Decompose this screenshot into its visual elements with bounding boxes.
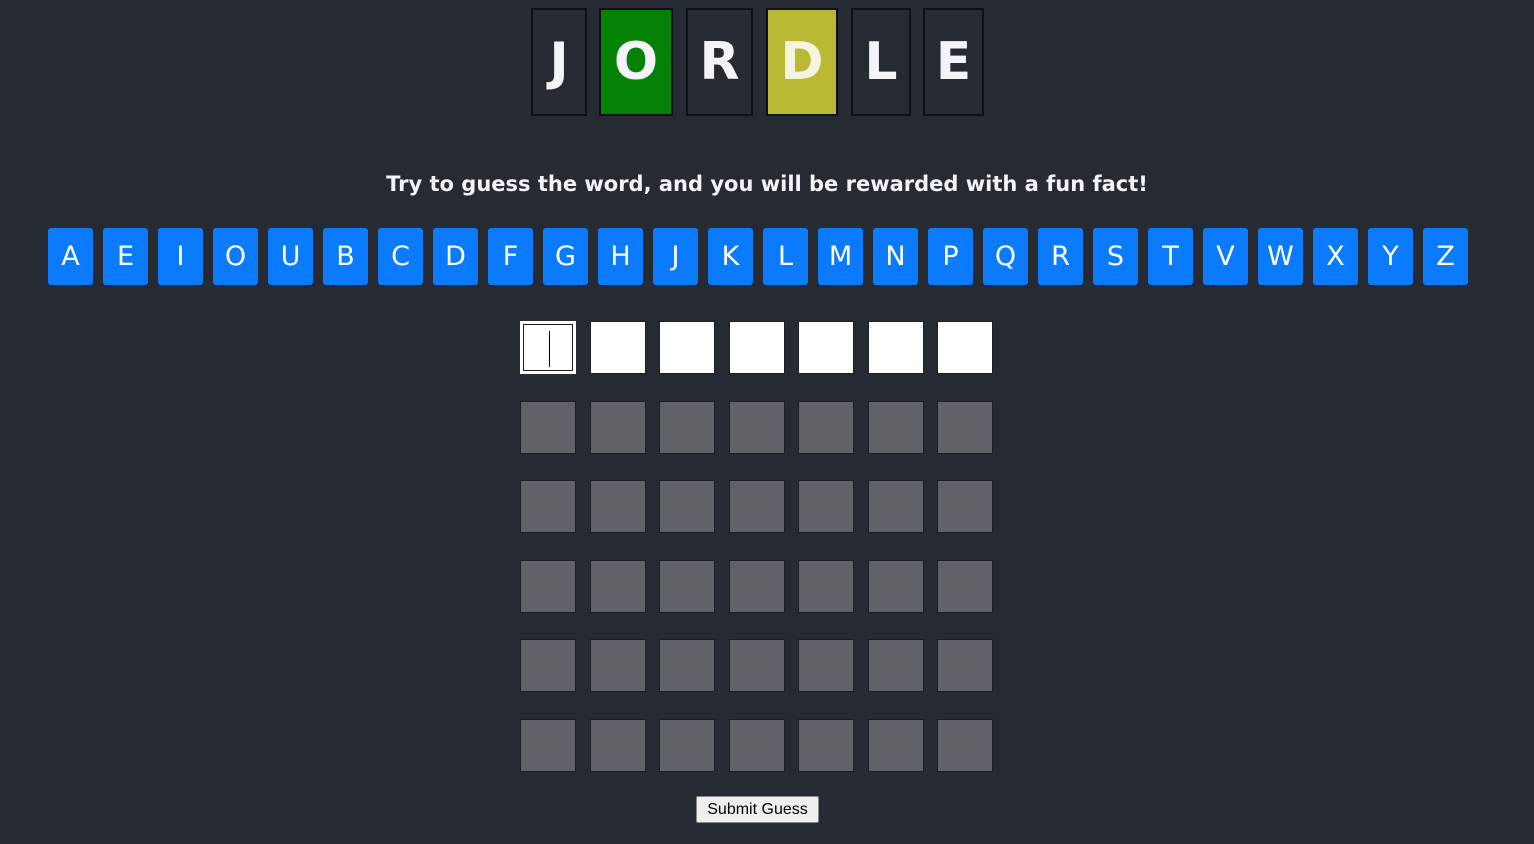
key-g[interactable]: G (543, 228, 588, 285)
guess-cell-r1-c7[interactable] (937, 321, 993, 374)
guess-cell-r1-c3[interactable] (659, 321, 715, 374)
guess-cell-r6-c4 (729, 719, 785, 772)
guess-cell-r4-c5 (798, 560, 854, 613)
key-o[interactable]: O (213, 228, 258, 285)
guess-cell-r3-c4 (729, 480, 785, 533)
title-letter-e: E (923, 8, 984, 116)
key-y[interactable]: Y (1368, 228, 1413, 285)
guess-cell-r3-c2 (590, 480, 646, 533)
guess-cell-r5-c6 (868, 639, 924, 692)
key-v[interactable]: V (1203, 228, 1248, 285)
instructions-text: Try to guess the word, and you will be r… (386, 172, 1148, 196)
guess-cell-r5-c2 (590, 639, 646, 692)
guess-cell-r4-c6 (868, 560, 924, 613)
key-m[interactable]: M (818, 228, 863, 285)
guess-cell-r2-c2 (590, 401, 646, 454)
guess-cell-r3-c6 (868, 480, 924, 533)
guess-cell-r5-c4 (729, 639, 785, 692)
title-letter-o: O (599, 8, 673, 116)
guess-cell-r2-c1 (520, 401, 576, 454)
guess-cell-r4-c2 (590, 560, 646, 613)
game-title: J O R D L E (0, 8, 1534, 116)
key-p[interactable]: P (928, 228, 973, 285)
key-n[interactable]: N (873, 228, 918, 285)
guess-cell-r1-c5[interactable] (798, 321, 854, 374)
guess-cell-r1-c2[interactable] (590, 321, 646, 374)
key-j[interactable]: J (653, 228, 698, 285)
guess-cell-r3-c3 (659, 480, 715, 533)
guess-cell-r6-c2 (590, 719, 646, 772)
guess-cell-r6-c6 (868, 719, 924, 772)
guess-cell-r3-c5 (798, 480, 854, 533)
guess-cell-r6-c5 (798, 719, 854, 772)
key-l[interactable]: L (763, 228, 808, 285)
key-z[interactable]: Z (1423, 228, 1468, 285)
key-x[interactable]: X (1313, 228, 1358, 285)
key-q[interactable]: Q (983, 228, 1028, 285)
guess-cell-r2-c4 (729, 401, 785, 454)
guess-cell-r2-c3 (659, 401, 715, 454)
guess-cell-r4-c1 (520, 560, 576, 613)
key-d[interactable]: D (433, 228, 478, 285)
key-t[interactable]: T (1148, 228, 1193, 285)
guess-cell-r6-c3 (659, 719, 715, 772)
key-b[interactable]: B (323, 228, 368, 285)
title-letter-l: L (851, 8, 911, 116)
key-c[interactable]: C (378, 228, 423, 285)
key-s[interactable]: S (1093, 228, 1138, 285)
guess-cell-r4-c4 (729, 560, 785, 613)
key-e[interactable]: E (103, 228, 148, 285)
guess-cell-r3-c1 (520, 480, 576, 533)
guess-cell-r3-c7 (937, 480, 993, 533)
guess-cell-r2-c5 (798, 401, 854, 454)
key-r[interactable]: R (1038, 228, 1083, 285)
guess-cell-r5-c3 (659, 639, 715, 692)
guess-cell-r1-c4[interactable] (729, 321, 785, 374)
key-w[interactable]: W (1258, 228, 1303, 285)
key-u[interactable]: U (268, 228, 313, 285)
jordle-page: J O R D L E Try to guess the word, and y… (0, 0, 1534, 844)
guess-cell-r5-c1 (520, 639, 576, 692)
guess-cell-r1-c1[interactable] (520, 321, 576, 374)
title-letter-j: J (531, 8, 587, 116)
title-letter-d: D (766, 8, 838, 116)
title-letter-r: R (686, 8, 753, 116)
guess-cell-r6-c7 (937, 719, 993, 772)
guess-cell-r5-c5 (798, 639, 854, 692)
guess-cell-r5-c7 (937, 639, 993, 692)
key-h[interactable]: H (598, 228, 643, 285)
key-k[interactable]: K (708, 228, 753, 285)
key-f[interactable]: F (488, 228, 533, 285)
guess-cell-r6-c1 (520, 719, 576, 772)
guess-cell-r2-c6 (868, 401, 924, 454)
key-i[interactable]: I (158, 228, 203, 285)
text-caret (549, 331, 550, 367)
key-a[interactable]: A (48, 228, 93, 285)
guess-cell-r1-c6[interactable] (868, 321, 924, 374)
submit-guess-button[interactable]: Submit Guess (696, 796, 819, 823)
guess-cell-r2-c7 (937, 401, 993, 454)
guess-cell-r4-c7 (937, 560, 993, 613)
guess-cell-r4-c3 (659, 560, 715, 613)
